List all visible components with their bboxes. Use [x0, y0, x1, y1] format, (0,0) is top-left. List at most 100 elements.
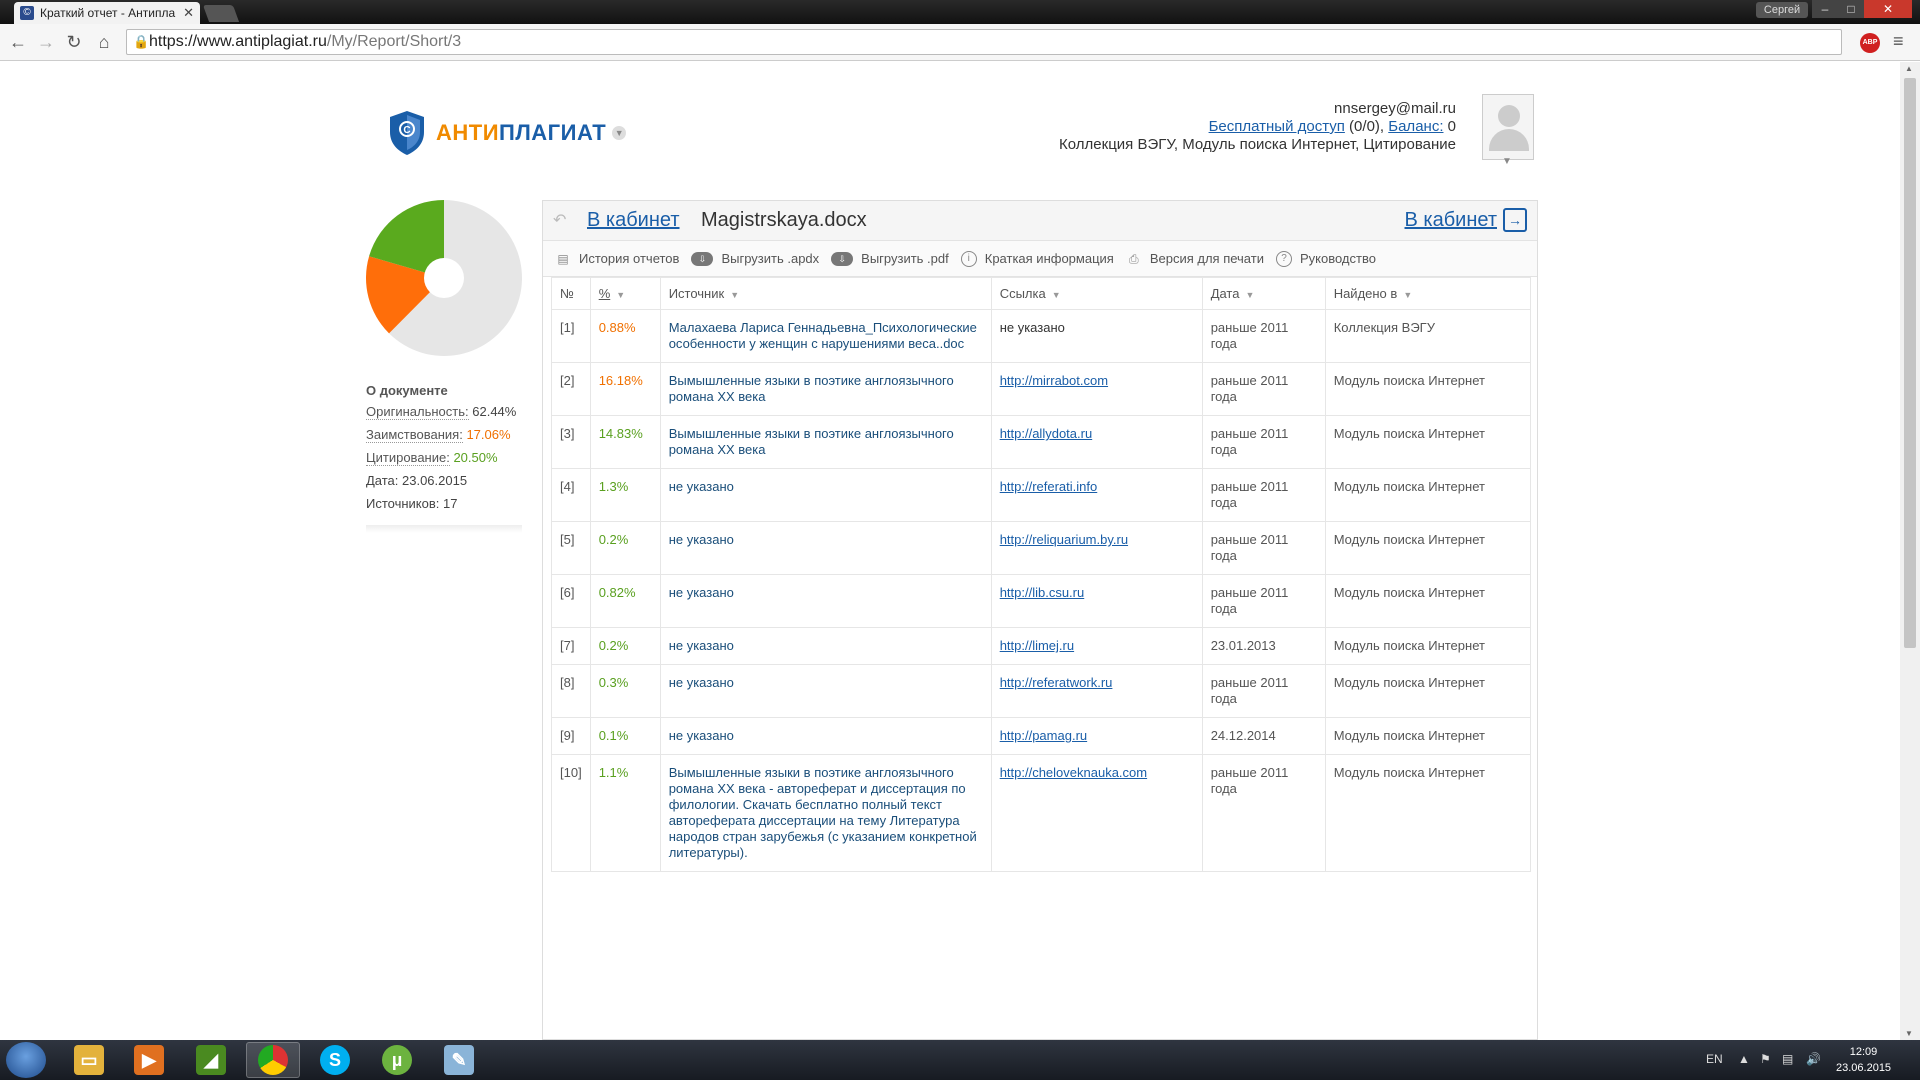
action-label: Краткая информация [984, 251, 1114, 266]
action-0[interactable]: ▤ История отчетов [555, 251, 679, 267]
system-clock[interactable]: 12:09 23.06.2015 [1836, 1044, 1891, 1076]
citation-value: 20.50% [453, 450, 498, 465]
row-source[interactable]: Вымышленные языки в поэтике англоязычног… [659, 362, 992, 416]
source-url-link[interactable]: http://allydota.ru [1000, 426, 1093, 441]
reload-icon[interactable]: ↻ [64, 32, 84, 52]
source-url-link[interactable]: http://referati.info [1000, 479, 1098, 494]
back-arrow-icon[interactable]: ← [8, 32, 28, 52]
site-logo[interactable]: C АНТИПЛАГИАТ ▼ [388, 110, 627, 156]
chevron-down-icon[interactable]: ▼ [612, 126, 627, 140]
row-source[interactable]: Вымышленные языки в поэтике англоязычног… [659, 754, 992, 872]
balance-link[interactable]: Баланс: [1388, 118, 1443, 135]
address-bar[interactable]: 🔒 https://www.antiplagiat.ru/My/Report/Sh… [126, 29, 1842, 55]
minimize-button[interactable]: – [1812, 0, 1838, 18]
nvidia-taskbar-icon[interactable]: ◢ [184, 1042, 238, 1078]
adblock-icon[interactable]: ABP [1860, 33, 1880, 53]
cloud-download-icon: ⇩ [691, 251, 714, 266]
start-button[interactable] [6, 1042, 46, 1078]
source-url-link[interactable]: http://pamag.ru [1000, 728, 1087, 743]
action-4[interactable]: ⎙ Версия для печати [1126, 251, 1264, 267]
source-url-link[interactable]: http://reliquarium.by.ru [1000, 532, 1128, 547]
row-source[interactable]: не указано [659, 521, 992, 575]
scroll-thumb[interactable] [1904, 78, 1916, 648]
tray-expand-icon[interactable]: ▲ [1738, 1052, 1750, 1066]
skype-taskbar-icon[interactable]: S [308, 1042, 362, 1078]
row-source[interactable]: не указано [659, 664, 992, 718]
table-row: [3] 14.83% Вымышленные языки в поэтике анг… [551, 415, 1532, 469]
scroll-down-icon[interactable]: ▼ [1905, 1029, 1913, 1038]
volume-icon[interactable]: 🔊 [1806, 1052, 1821, 1066]
row-link: http://cheloveknauka.com [990, 754, 1203, 872]
source-url-link[interactable]: http://cheloveknauka.com [1000, 765, 1147, 780]
row-found-in: Модуль поиска Интернет [1324, 415, 1532, 469]
avatar[interactable] [1482, 94, 1534, 160]
free-access-link[interactable]: Бесплатный доступ [1209, 118, 1345, 135]
sources-count: Источников: 17 [366, 496, 458, 511]
close-window-button[interactable]: ✕ [1864, 0, 1912, 18]
collections-text: Коллекция ВЭГУ, Модуль поиска Интернет, … [1059, 136, 1456, 153]
utorrent-taskbar-icon[interactable]: µ [370, 1042, 424, 1078]
action-label: Выгрузить .apdx [721, 251, 820, 266]
row-percent: 0.1% [589, 717, 661, 755]
row-found-in: Модуль поиска Интернет [1324, 717, 1532, 755]
forward-arrow-icon[interactable]: → [36, 32, 56, 52]
media-player-taskbar-icon[interactable]: ▶ [122, 1042, 176, 1078]
citation-label[interactable]: Цитирование: [366, 450, 450, 466]
action-1[interactable]: ⇩ Выгрузить .apdx [691, 251, 819, 266]
browser-tab[interactable]: © Краткий отчет - Антипла ✕ [14, 2, 200, 24]
source-url-link[interactable]: http://limej.ru [1000, 638, 1074, 653]
avatar-chevron-icon[interactable]: ▼ [1502, 156, 1512, 167]
action-5[interactable]: ? Руководство [1275, 250, 1376, 267]
to-cabinet-link[interactable]: В кабинет [587, 209, 680, 232]
col-found-in[interactable]: Найдено в ▼ [1324, 277, 1532, 310]
profile-button[interactable]: Сергей [1756, 2, 1808, 18]
source-url-link[interactable]: http://referatwork.ru [1000, 675, 1113, 690]
brand-name: АНТИПЛАГИАТ [436, 120, 607, 145]
row-number: [4] [551, 468, 591, 522]
new-tab-button[interactable] [202, 5, 240, 22]
network-icon[interactable]: ▤ [1782, 1052, 1793, 1066]
row-percent: 0.2% [589, 627, 661, 665]
paint-taskbar-icon[interactable]: ✎ [432, 1042, 486, 1078]
exit-icon[interactable]: → [1503, 208, 1527, 232]
row-percent: 1.3% [589, 468, 661, 522]
col-link[interactable]: Ссылка ▼ [990, 277, 1203, 310]
to-cabinet-link-right[interactable]: В кабинет [1405, 209, 1498, 232]
row-number: [2] [551, 362, 591, 416]
cloud-download-icon: ⇩ [831, 251, 854, 266]
col-source[interactable]: Источник ▼ [659, 277, 992, 310]
source-url-link[interactable]: http://lib.csu.ru [1000, 585, 1085, 600]
row-source[interactable]: Вымышленные языки в поэтике англоязычног… [659, 415, 992, 469]
url-path: /My/Report/Short/3 [326, 33, 462, 50]
maximize-button[interactable]: □ [1838, 0, 1864, 18]
borrowing-label[interactable]: Заимствования: [366, 427, 463, 443]
scroll-up-icon[interactable]: ▲ [1905, 64, 1913, 73]
lock-icon: 🔒 [133, 34, 150, 49]
explorer-taskbar-icon[interactable]: ▭ [62, 1042, 116, 1078]
page-scrollbar[interactable]: ▲ ▼ [1900, 62, 1920, 1040]
back-icon[interactable]: ↶ [553, 210, 566, 230]
row-date: раньше 2011 года [1201, 574, 1326, 628]
tab-close-icon[interactable]: ✕ [183, 5, 194, 21]
document-icon: ▤ [557, 251, 569, 266]
row-source[interactable]: не указано [659, 717, 992, 755]
row-link: http://referatwork.ru [990, 664, 1203, 718]
row-source[interactable]: не указано [659, 574, 992, 628]
home-icon[interactable]: ⌂ [94, 32, 114, 52]
flag-icon[interactable]: ⚑ [1760, 1052, 1771, 1066]
row-source[interactable]: не указано [659, 627, 992, 665]
action-2[interactable]: ⇩ Выгрузить .pdf [831, 251, 949, 266]
document-name: Magistrskaya.docx [701, 209, 867, 231]
action-3[interactable]: i Краткая информация [960, 250, 1114, 267]
originality-label[interactable]: Оригинальность: [366, 404, 469, 420]
row-source[interactable]: Малахаева Лариса Геннадьевна_Психологиче… [659, 309, 992, 363]
col-percent[interactable]: % ▼ [589, 277, 661, 310]
info-icon: i [960, 250, 977, 267]
col-date[interactable]: Дата ▼ [1201, 277, 1326, 310]
chrome-taskbar-icon[interactable] [246, 1042, 300, 1078]
action-label: Выгрузить .pdf [861, 251, 949, 266]
menu-icon[interactable]: ≡ [1893, 31, 1904, 52]
row-source[interactable]: не указано [659, 468, 992, 522]
language-indicator[interactable]: EN [1706, 1052, 1723, 1066]
source-url-link[interactable]: http://mirrabot.com [1000, 373, 1108, 388]
